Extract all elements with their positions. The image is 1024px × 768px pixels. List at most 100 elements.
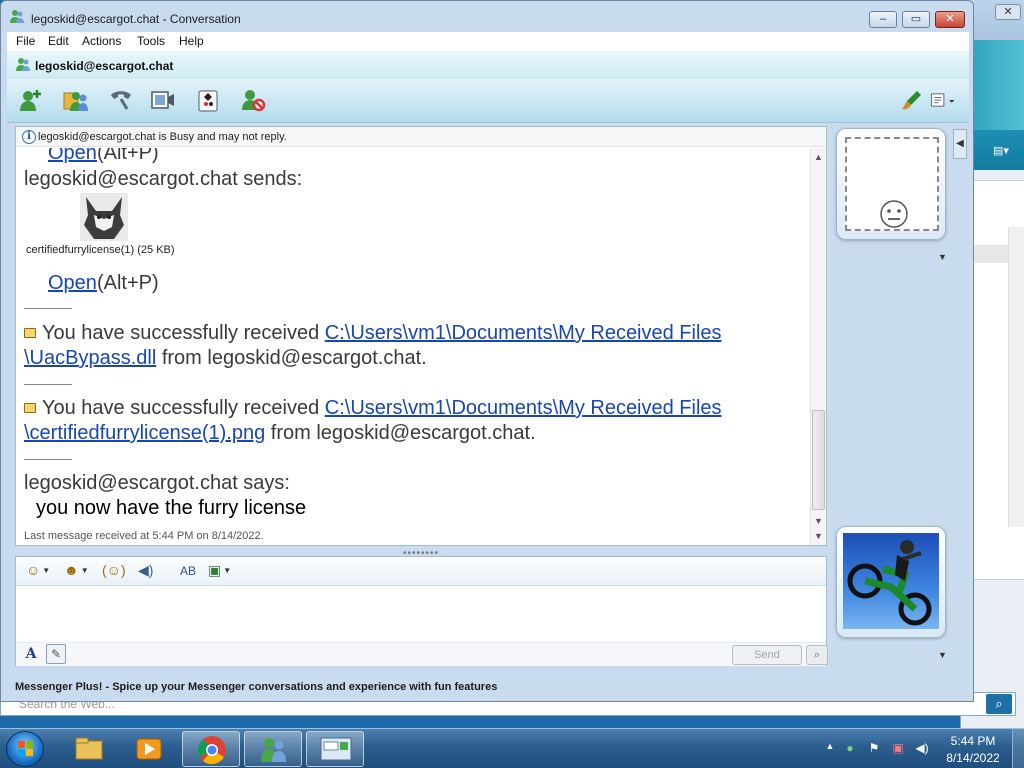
invite-contact-icon[interactable]	[17, 87, 45, 113]
clock-date[interactable]: 8/14/2022	[942, 751, 1004, 765]
games-icon[interactable]	[195, 87, 223, 113]
start-button[interactable]	[6, 731, 44, 767]
search-icon[interactable]: ⌕	[986, 694, 1012, 714]
folder-icon	[24, 328, 36, 338]
scroll-down-icon[interactable]: ▼	[814, 516, 823, 526]
messenger-tray-icon[interactable]: ●	[842, 741, 858, 757]
chevron-down-icon[interactable]: ▼	[938, 650, 947, 660]
chrome-icon[interactable]	[182, 731, 240, 767]
show-desktop-button[interactable]	[1012, 729, 1024, 768]
windows-logo-icon	[18, 741, 33, 756]
conversation-window: legoskid@escargot.chat - Conversation – …	[0, 0, 974, 702]
volume-icon[interactable]: ◀)	[914, 741, 930, 757]
open-shortcut: (Alt+P)	[96, 148, 159, 164]
self-display-picture[interactable]	[836, 526, 946, 638]
wink-icon[interactable]: ☻ ▼	[64, 562, 89, 582]
status-notice-bar: i legoskid@escargot.chat is Busy and may…	[16, 127, 826, 147]
taskbar: ▲ ● ⚑ ▣ ◀) 5:44 PM 8/14/2022	[0, 728, 1024, 768]
message-text: you now have the furry license	[36, 497, 307, 519]
messenger-icon[interactable]	[244, 731, 302, 767]
sends-line: legoskid@escargot.chat sends:	[24, 168, 303, 190]
menu-actions[interactable]: Actions	[82, 34, 121, 48]
background-contact-list[interactable]	[971, 180, 1024, 580]
background-icon[interactable]: ▣ ▼	[208, 562, 231, 582]
divider	[24, 384, 72, 385]
message-log: Open(Alt+P) legoskid@escargot.chat sends…	[16, 148, 810, 545]
file-thumbnail[interactable]	[80, 193, 128, 241]
action-center-icon[interactable]: ⚑	[866, 741, 882, 757]
contact-name: legoskid@escargot.chat	[35, 59, 174, 73]
open-link[interactable]: Open	[48, 272, 97, 294]
messenger-plus-banner[interactable]: Messenger Plus! - Spice up your Messenge…	[15, 677, 915, 695]
font-button[interactable]: A	[22, 646, 40, 664]
video-icon[interactable]	[149, 87, 177, 113]
chat-history[interactable]: i legoskid@escargot.chat is Busy and may…	[15, 126, 827, 546]
menu-edit[interactable]: Edit	[48, 34, 69, 48]
open-link[interactable]: Open	[48, 148, 97, 164]
menu-file[interactable]: File	[16, 34, 35, 48]
file-caption: certifiedfurrylicense(1) (25 KB)	[26, 244, 175, 256]
info-icon: i	[22, 130, 36, 144]
background-scrollbar[interactable]	[1008, 227, 1024, 527]
message-input[interactable]	[16, 587, 826, 642]
furry-avatar-thumbnail	[80, 193, 128, 241]
menu-tools[interactable]: Tools	[137, 34, 165, 48]
messenger-buddy-icon	[10, 10, 24, 23]
close-button[interactable]: ✕	[935, 11, 965, 28]
receive-notice-1-cont: \UacBypass.dll from legoskid@escargot.ch…	[24, 347, 427, 369]
share-contacts-icon[interactable]	[62, 87, 90, 113]
divider	[24, 308, 72, 309]
minimize-button[interactable]: –	[869, 11, 897, 28]
scroll-thumb[interactable]	[812, 410, 825, 510]
conversation-window-icon[interactable]	[306, 731, 364, 767]
layout-menu-icon[interactable]: ▤▾	[993, 144, 1017, 158]
nudge-icon[interactable]: (☺)	[102, 562, 126, 582]
received-file-link[interactable]: \UacBypass.dll	[24, 347, 156, 369]
open-shortcut: (Alt+P)	[96, 272, 159, 294]
contact-display-picture[interactable]	[836, 128, 946, 240]
paint-brush-icon[interactable]	[897, 87, 925, 113]
font-text-icon[interactable]: AB	[180, 564, 196, 584]
search-icon[interactable]: ⌕	[806, 645, 828, 665]
handwriting-icon[interactable]: ✎	[46, 644, 66, 664]
layout-menu-icon[interactable]	[929, 87, 961, 113]
received-path-link[interactable]: C:\Users\vm1\Documents\My Received Files	[325, 322, 722, 344]
receive-notice-2-cont: \certifiedfurrylicense(1).png from legos…	[24, 422, 536, 444]
open-file-row-2: Open(Alt+P)	[48, 272, 159, 295]
last-message-timestamp: Last message received at 5:44 PM on 8/14…	[24, 530, 264, 542]
windows-explorer-icon[interactable]	[60, 731, 118, 767]
maximize-button[interactable]: ▭	[902, 11, 930, 28]
call-icon[interactable]	[107, 87, 135, 113]
clock-time[interactable]: 5:44 PM	[946, 734, 1000, 748]
send-button[interactable]: Send	[732, 645, 802, 665]
chat-scrollbar[interactable]: ▲ ▼ ▼	[810, 148, 826, 545]
compose-panel: ☺ ▼ ☻ ▼ (☺) ◀) AB ▣ ▼ A ✎ Send ⌕	[15, 556, 828, 666]
divider	[24, 459, 72, 460]
contact-status-icon	[16, 58, 30, 71]
plus-banner-text: Messenger Plus! - Spice up your Messenge…	[15, 681, 498, 693]
status-notice: legoskid@escargot.chat is Busy and may n…	[38, 131, 287, 143]
media-player-icon[interactable]	[120, 731, 178, 767]
voice-clip-icon[interactable]: ◀)	[138, 562, 153, 582]
tray-expand-icon[interactable]: ▲	[822, 741, 838, 757]
collapse-sidebar-icon[interactable]: ◀	[953, 129, 967, 159]
menu-bar: File Edit Actions Tools Help	[7, 32, 969, 51]
received-file-link[interactable]: \certifiedfurrylicense(1).png	[24, 422, 265, 444]
menu-help[interactable]: Help	[179, 34, 204, 48]
motocross-picture	[843, 533, 939, 629]
chevron-down-icon[interactable]: ▼	[938, 252, 947, 262]
background-close-button[interactable]: ✕	[995, 4, 1021, 20]
received-path-link[interactable]: C:\Users\vm1\Documents\My Received Files	[325, 397, 722, 419]
window-title: legoskid@escargot.chat - Conversation	[31, 12, 241, 26]
folder-icon	[24, 403, 36, 413]
motocross-image	[847, 540, 932, 626]
format-toolbar: ☺ ▼ ☻ ▼ (☺) ◀) AB ▣ ▼	[16, 557, 826, 586]
scroll-up-icon[interactable]: ▲	[814, 152, 823, 162]
block-icon[interactable]	[239, 87, 267, 113]
conversation-toolbar	[7, 79, 969, 123]
emoticon-icon[interactable]: ☺ ▼	[26, 562, 50, 582]
scroll-down-icon[interactable]: ▼	[814, 531, 823, 541]
compose-footer: A ✎ Send ⌕	[16, 642, 828, 666]
network-icon[interactable]: ▣	[890, 741, 906, 757]
receive-notice-1: You have successfully received C:\Users\…	[24, 322, 722, 345]
